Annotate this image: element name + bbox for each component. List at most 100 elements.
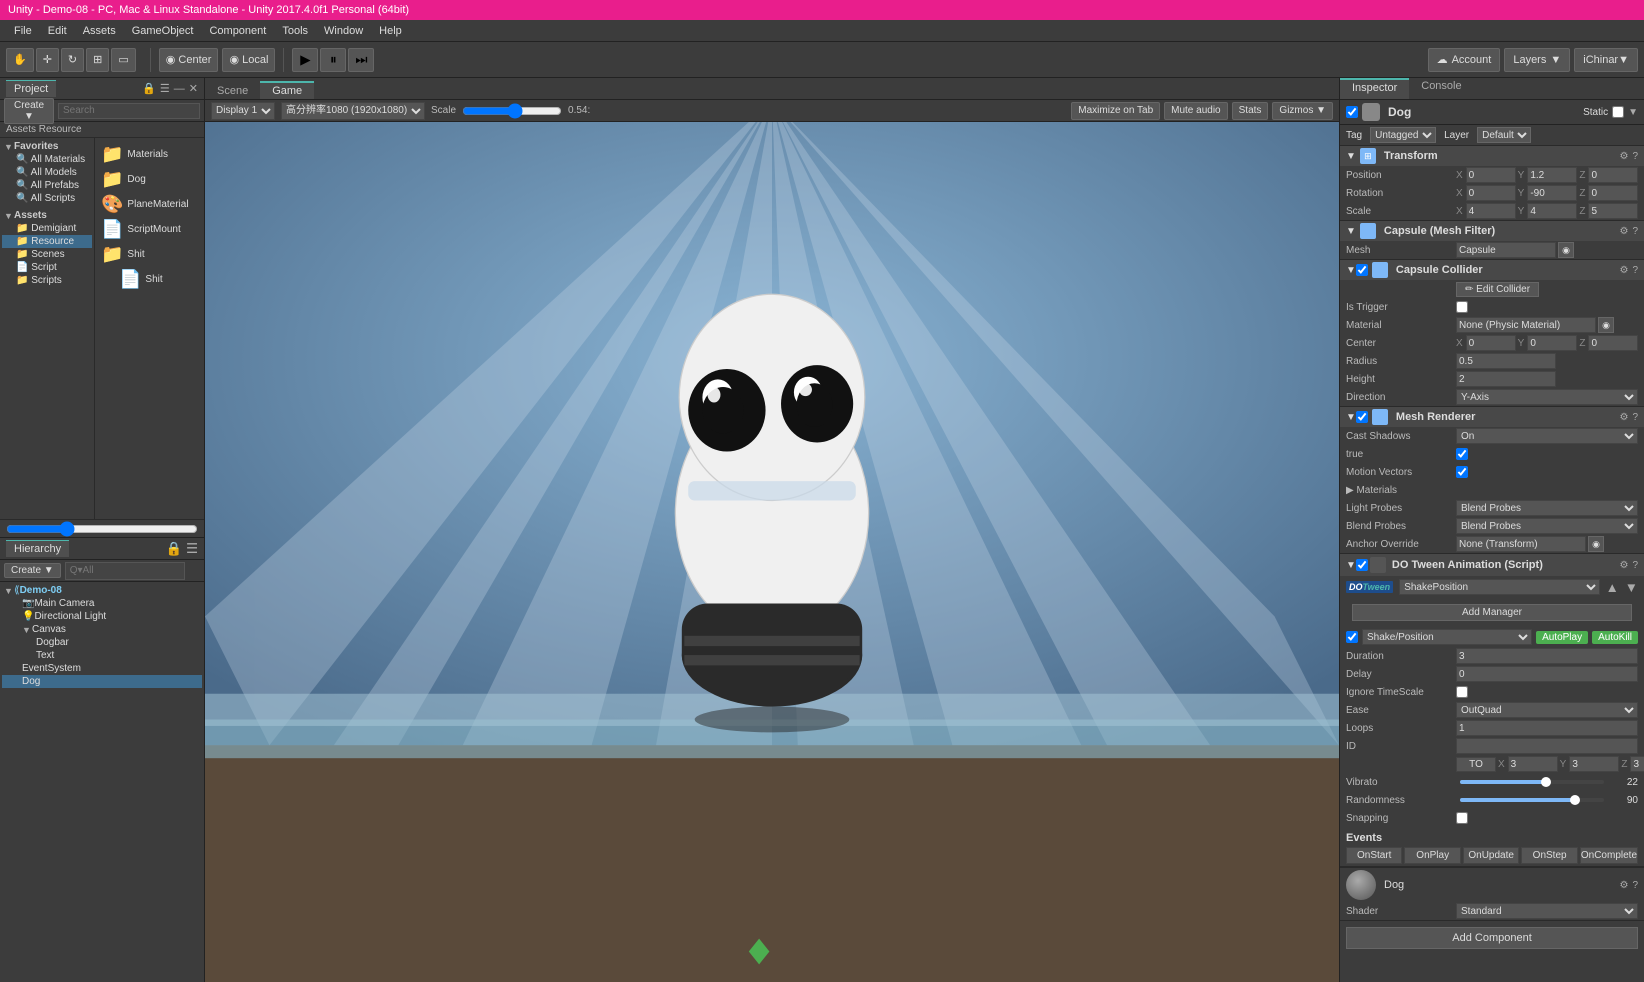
local-btn[interactable]: ◉ Local bbox=[222, 48, 275, 72]
reflection-probes-select[interactable]: Blend Probes bbox=[1456, 518, 1638, 534]
account-btn[interactable]: ☁ Account bbox=[1428, 48, 1501, 72]
mesh-renderer-help-icon[interactable]: ? bbox=[1632, 412, 1638, 423]
scale-tool[interactable]: ⊞ bbox=[86, 48, 109, 72]
mesh-filter-help-icon[interactable]: ? bbox=[1632, 226, 1638, 237]
ichinar-btn[interactable]: iChinar▼ bbox=[1574, 48, 1638, 72]
shit-item[interactable]: 📄 Shit bbox=[99, 267, 200, 292]
project-close-icon[interactable]: — bbox=[174, 82, 185, 95]
shit-folder[interactable]: 📁 Shit bbox=[99, 242, 200, 267]
hierarchy-search-input[interactable] bbox=[65, 562, 185, 580]
step-btn[interactable]: ⏭ bbox=[348, 48, 374, 72]
scale-x[interactable] bbox=[1466, 203, 1516, 219]
height-input[interactable] bbox=[1456, 371, 1556, 387]
add-component-btn[interactable]: Add Component bbox=[1346, 927, 1638, 949]
script-mount-item[interactable]: 📄 ScriptMount bbox=[99, 217, 200, 242]
display-select[interactable]: Display 1 bbox=[211, 102, 275, 120]
maximize-btn[interactable]: Maximize on Tab bbox=[1071, 102, 1160, 120]
mesh-renderer-enabled[interactable] bbox=[1356, 411, 1368, 423]
center-btn[interactable]: ◉ Center bbox=[159, 48, 219, 72]
dogbar-item[interactable]: Dogbar bbox=[2, 636, 202, 649]
all-materials-item[interactable]: 🔍 All Materials bbox=[2, 153, 92, 166]
capsule-collider-header[interactable]: ▼ Capsule Collider ⚙ ? bbox=[1340, 260, 1644, 280]
capsule-settings-icon[interactable]: ⚙ bbox=[1619, 265, 1628, 276]
all-scripts-item[interactable]: 🔍 All Scripts bbox=[2, 192, 92, 205]
mesh-renderer-header[interactable]: ▼ Mesh Renderer ⚙ ? bbox=[1340, 407, 1644, 427]
material-select-btn[interactable]: ◉ bbox=[1598, 317, 1614, 333]
project-menu-icon[interactable]: ☰ bbox=[160, 82, 170, 95]
rot-x[interactable] bbox=[1466, 185, 1516, 201]
text-item[interactable]: Text bbox=[2, 649, 202, 662]
dotween-arr-up[interactable]: ▲ bbox=[1606, 580, 1619, 595]
on-start-btn[interactable]: OnStart bbox=[1346, 847, 1402, 864]
gizmos-btn[interactable]: Gizmos ▼ bbox=[1272, 102, 1333, 120]
edit-collider-btn[interactable]: ✏ Edit Collider bbox=[1456, 282, 1539, 297]
material-help-icon[interactable]: ? bbox=[1632, 880, 1638, 891]
main-camera-item[interactable]: 📷 Main Camera bbox=[2, 597, 202, 610]
materials-folder[interactable]: 📁 Materials bbox=[99, 142, 200, 167]
project-create-btn[interactable]: Create ▼ bbox=[4, 98, 54, 124]
menu-help[interactable]: Help bbox=[371, 23, 410, 39]
all-prefabs-item[interactable]: 🔍 All Prefabs bbox=[2, 179, 92, 192]
autoplay-btn[interactable]: AutoPlay bbox=[1536, 631, 1588, 644]
pos-z[interactable] bbox=[1588, 167, 1638, 183]
obj-active-checkbox[interactable] bbox=[1346, 106, 1358, 118]
pause-btn[interactable]: ⏸ bbox=[320, 48, 346, 72]
demigiant-item[interactable]: 📁 Demigiant bbox=[2, 222, 92, 235]
shader-select[interactable]: Standard bbox=[1456, 903, 1638, 919]
mesh-input[interactable] bbox=[1456, 242, 1556, 258]
ignore-timescale-checkbox[interactable] bbox=[1456, 686, 1468, 698]
resolution-select[interactable]: 高分辨率1080 (1920x1080) bbox=[281, 102, 425, 120]
menu-component[interactable]: Component bbox=[201, 23, 274, 39]
tab-scene[interactable]: Scene bbox=[205, 81, 260, 99]
dog-folder[interactable]: 📁 Dog bbox=[99, 167, 200, 192]
dotween-arr-down[interactable]: ▼ bbox=[1625, 580, 1638, 595]
directional-light-item[interactable]: 💡 Directional Light bbox=[2, 610, 202, 623]
tab-game[interactable]: Game bbox=[260, 81, 314, 99]
duration-input[interactable] bbox=[1456, 648, 1638, 664]
autokill-btn[interactable]: AutoKill bbox=[1592, 631, 1638, 644]
ease-select[interactable]: OutQuad bbox=[1456, 702, 1638, 718]
on-complete-btn[interactable]: OnComplete bbox=[1580, 847, 1638, 864]
on-play-btn[interactable]: OnPlay bbox=[1404, 847, 1460, 864]
inspector-tab[interactable]: Inspector bbox=[1340, 78, 1409, 99]
cast-shadows-select[interactable]: On bbox=[1456, 428, 1638, 444]
assets-header[interactable]: ▼ Assets bbox=[2, 209, 92, 222]
project-collapse-icon[interactable]: ✕ bbox=[189, 82, 198, 95]
radius-input[interactable] bbox=[1456, 353, 1556, 369]
scale-y[interactable] bbox=[1527, 203, 1577, 219]
scene-root[interactable]: ▼ ⟪ Demo-08 bbox=[2, 584, 202, 597]
material-settings-icon[interactable]: ⚙ bbox=[1619, 880, 1628, 891]
event-system-item[interactable]: EventSystem bbox=[2, 662, 202, 675]
mesh-filter-settings-icon[interactable]: ⚙ bbox=[1619, 226, 1628, 237]
material-input[interactable] bbox=[1456, 317, 1596, 333]
is-trigger-checkbox[interactable] bbox=[1456, 301, 1468, 313]
dotween-anim-type-select[interactable]: ShakePosition bbox=[1399, 579, 1599, 595]
dog-item[interactable]: Dog bbox=[2, 675, 202, 688]
transform-help-icon[interactable]: ? bbox=[1632, 151, 1638, 162]
hierarchy-lock-icon[interactable]: 🔒 bbox=[165, 541, 182, 557]
to-x[interactable] bbox=[1508, 756, 1558, 772]
console-tab[interactable]: Console bbox=[1409, 78, 1473, 99]
project-lock-icon[interactable]: 🔒 bbox=[142, 82, 156, 95]
mute-btn[interactable]: Mute audio bbox=[1164, 102, 1227, 120]
to-z[interactable] bbox=[1630, 756, 1644, 772]
hierarchy-create-btn[interactable]: Create ▼ bbox=[4, 563, 61, 578]
mesh-filter-header[interactable]: ▼ Capsule (Mesh Filter) ⚙ ? bbox=[1340, 221, 1644, 241]
script-item[interactable]: 📄 Script bbox=[2, 261, 92, 274]
rot-z[interactable] bbox=[1588, 185, 1638, 201]
favorites-header[interactable]: ▼ Favorites bbox=[2, 140, 92, 153]
scripts-item[interactable]: 📁 Scripts bbox=[2, 274, 92, 287]
menu-edit[interactable]: Edit bbox=[40, 23, 75, 39]
receive-shadows-checkbox[interactable] bbox=[1456, 448, 1468, 460]
plane-material-item[interactable]: 🎨 PlaneMaterial bbox=[99, 192, 200, 217]
static-checkbox[interactable] bbox=[1612, 106, 1624, 118]
project-tab[interactable]: Project bbox=[6, 80, 56, 97]
hierarchy-menu-icon[interactable]: ☰ bbox=[186, 541, 198, 557]
dotween-header[interactable]: ▼ DO Tween Animation (Script) ⚙ ? bbox=[1340, 554, 1644, 576]
stats-btn[interactable]: Stats bbox=[1232, 102, 1269, 120]
menu-gameobject[interactable]: GameObject bbox=[124, 23, 202, 39]
delay-input[interactable] bbox=[1456, 666, 1638, 682]
id-input[interactable] bbox=[1456, 738, 1638, 754]
add-manager-btn[interactable]: Add Manager bbox=[1352, 604, 1632, 621]
rotate-tool[interactable]: ↻ bbox=[61, 48, 84, 72]
